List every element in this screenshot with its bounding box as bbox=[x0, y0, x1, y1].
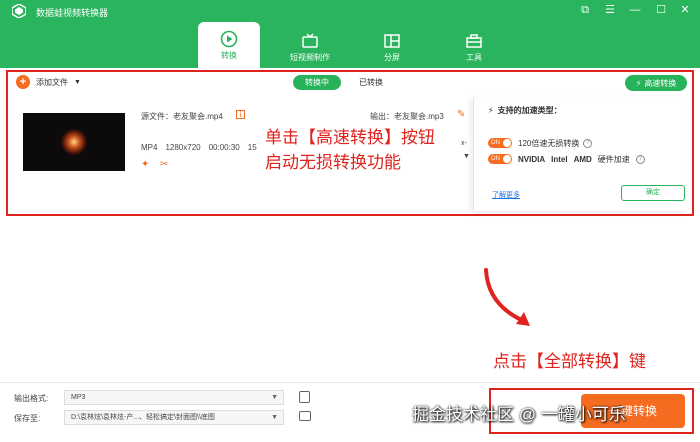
option-lossless-label: 120倍速无损转换 bbox=[518, 139, 580, 148]
meta-format: MP4 bbox=[141, 143, 158, 152]
app-title: 数据蛙视频转换器 bbox=[36, 8, 109, 18]
status-segment: 转换中 已转换 bbox=[293, 75, 391, 90]
app-logo-icon bbox=[12, 4, 26, 18]
maximize-icon[interactable]: ☐ bbox=[654, 3, 668, 17]
info-icon[interactable]: i bbox=[236, 110, 245, 119]
edit-icon[interactable]: ✎ bbox=[457, 109, 465, 120]
help-icon[interactable]: ? bbox=[583, 139, 593, 148]
annotation-fast-convert-line1: 单击【高速转换】按钮 bbox=[265, 128, 435, 147]
option-lossless: 120倍速无损转换 ? bbox=[518, 138, 593, 149]
output-file-label: 输出：老友聚会.mp3 bbox=[370, 112, 444, 121]
popup-title: ⚡ 支持的加速类型： bbox=[488, 105, 562, 116]
tab-tools-label: 工具 bbox=[466, 53, 482, 62]
option-hardware: NVIDIA Intel AMD 硬件加速 ? bbox=[518, 154, 645, 165]
extra-mark: x- bbox=[461, 140, 467, 147]
add-file-button[interactable]: + 添加文件 ▼ bbox=[16, 75, 81, 89]
tab-convert[interactable]: 转换 bbox=[198, 22, 260, 68]
chevron-down-icon[interactable]: ▼ bbox=[74, 79, 81, 86]
cut-icon[interactable]: ✂ bbox=[160, 159, 168, 170]
toggle-hardware[interactable]: ON bbox=[488, 154, 512, 164]
hw-accel-label: 硬件加速 bbox=[597, 155, 630, 164]
file-meta: MP4 1280x720 00:00:30 15 bbox=[141, 143, 257, 152]
tab-converted[interactable]: 已转换 bbox=[351, 75, 391, 90]
chevron-down-icon: ▼ bbox=[271, 414, 278, 421]
help-icon[interactable]: ? bbox=[635, 155, 645, 164]
plus-icon: + bbox=[16, 75, 30, 89]
hw-amd: AMD bbox=[573, 155, 592, 164]
hw-intel: Intel bbox=[551, 155, 568, 164]
restore-icon[interactable]: ⧉ bbox=[578, 3, 592, 17]
meta-duration: 00:00:30 bbox=[208, 143, 240, 152]
confirm-button[interactable]: 确定 bbox=[621, 185, 685, 201]
title-bar: 数据蛙视频转换器 ⧉ ☰ — ☐ ✕ bbox=[0, 0, 700, 22]
toggle-lossless[interactable]: ON bbox=[488, 138, 512, 148]
learn-more-link[interactable]: 了解更多 bbox=[492, 190, 520, 200]
toolbox-icon bbox=[466, 34, 482, 48]
tab-converting[interactable]: 转换中 bbox=[293, 75, 341, 90]
close-icon[interactable]: ✕ bbox=[678, 3, 692, 17]
save-to-label: 保存至: bbox=[14, 414, 41, 423]
source-file-label: 源文件：老友聚会.mp4 bbox=[141, 112, 223, 121]
tab-convert-label: 转换 bbox=[221, 51, 237, 60]
split-screen-icon bbox=[384, 34, 400, 48]
meta-resolution: 1280x720 bbox=[165, 143, 201, 152]
fast-convert-button[interactable]: ⚡ 高速转换 bbox=[625, 75, 687, 91]
annotation-convert-all: 点击【全部转换】键 bbox=[493, 352, 646, 371]
save-to-select[interactable]: D:\袁林炫\袁林炫-产...、轻松搞定\封面图\\底图 ▼ bbox=[64, 410, 284, 425]
hw-nvidia: NVIDIA bbox=[518, 155, 546, 164]
video-thumbnail[interactable] bbox=[23, 113, 125, 171]
tab-split-screen[interactable]: 分屏 bbox=[361, 24, 423, 66]
watermark-text: 掘金技术社区 @ 一罐小可乐 bbox=[412, 405, 626, 424]
fast-convert-label: 高速转换 bbox=[644, 78, 677, 88]
output-format-label: 输出格式: bbox=[14, 394, 49, 403]
effects-icon[interactable]: ✦ bbox=[141, 159, 149, 170]
tab-short-video[interactable]: 短视频制作 bbox=[279, 24, 341, 66]
annotation-fast-convert-line2: 启动无损转换功能 bbox=[265, 153, 401, 172]
menu-icon[interactable]: ☰ bbox=[603, 3, 617, 17]
tab-tools[interactable]: 工具 bbox=[443, 24, 505, 66]
popup-title-text: 支持的加速类型： bbox=[497, 106, 562, 115]
convert-icon bbox=[220, 30, 238, 48]
tv-icon bbox=[302, 33, 318, 48]
meta-extra: 15 bbox=[247, 143, 257, 152]
main-nav: 转换 短视频制作 分屏 工具 bbox=[0, 22, 700, 68]
dropdown-caret-icon[interactable]: ▼ bbox=[463, 153, 470, 160]
lightning-icon: ⚡ bbox=[635, 78, 642, 88]
format-settings-icon[interactable] bbox=[299, 391, 310, 403]
arrow-icon bbox=[484, 268, 530, 326]
chevron-down-icon: ▼ bbox=[271, 394, 278, 401]
folder-icon[interactable] bbox=[299, 411, 311, 421]
output-format-value: MP3 bbox=[71, 394, 86, 401]
tab-split-screen-label: 分屏 bbox=[384, 53, 400, 62]
acceleration-popup: ⚡ 支持的加速类型： ON 120倍速无损转换 ? ON NVIDIA Inte… bbox=[473, 97, 687, 211]
add-file-label: 添加文件 bbox=[36, 77, 68, 87]
save-to-value: D:\袁林炫\袁林炫-产...、轻松搞定\封面图\\底图 bbox=[71, 414, 215, 421]
minimize-icon[interactable]: — bbox=[628, 3, 642, 17]
output-format-select[interactable]: MP3 ▼ bbox=[64, 390, 284, 405]
lightning-icon: ⚡ bbox=[488, 106, 494, 115]
tab-short-video-label: 短视频制作 bbox=[290, 53, 330, 62]
